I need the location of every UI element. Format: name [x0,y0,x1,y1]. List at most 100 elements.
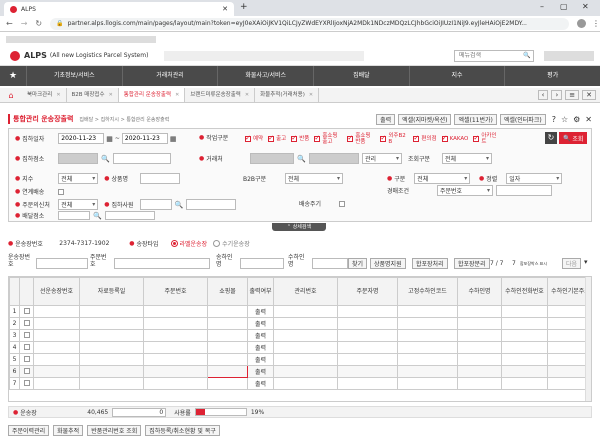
work-type-check-7[interactable]: KAKAO [441,134,468,142]
search-icon[interactable]: 🔍 [93,212,102,220]
merge-button[interactable]: 합포장처리 [412,258,448,269]
tab-2[interactable]: 통합관리 운송장출력 ✕ [118,88,186,102]
table-row[interactable]: 1 출력 [9,305,591,318]
refresh-icon[interactable]: ↻ [545,132,557,144]
mapping-select[interactable]: 주문번호 [437,185,493,196]
work-type-check-0[interactable]: 예약 [245,134,263,142]
table-row[interactable]: 4 출력 [9,341,591,354]
address-bar[interactable]: 🔒 partner.alps.llogis.com/main/pages/lay… [50,17,570,30]
window-close-icon[interactable]: ✕ [582,2,589,11]
checkbox-checked[interactable] [245,134,251,142]
row-checkbox-cell[interactable] [19,317,34,330]
grid-header-5[interactable]: 쇼핑몰 [207,277,248,306]
profile-icon[interactable] [577,19,586,28]
ship-checkbox[interactable] [339,200,345,207]
nav-item-0[interactable]: 기초정보/서비스 [26,66,122,86]
sort-select[interactable]: 일자 [506,173,563,184]
checkbox-checked[interactable] [291,134,298,142]
tab-close-icon[interactable]: ✕ [309,88,313,102]
collapse-icon[interactable]: ▾ [584,258,588,266]
work-type-check-1[interactable]: 출고 [268,134,286,142]
row-number[interactable]: 3 [9,329,20,342]
checkbox-checked[interactable] [380,134,387,142]
b2b-select[interactable]: 전체 [285,173,343,184]
search-button[interactable]: 🔍 조회 [559,132,588,144]
nav-item-5[interactable]: 평가 [504,66,600,86]
tab-next-icon[interactable]: › [551,90,563,100]
grid-header-11[interactable]: 수하인전화번호 [501,277,548,306]
row-number[interactable]: 1 [9,305,20,318]
row-checkbox[interactable] [23,343,30,350]
row-checkbox-cell[interactable] [19,353,34,366]
footer-button-2[interactable]: 반품관리번호 조회 [87,424,142,436]
row-number[interactable]: 7 [9,377,20,390]
row-checkbox-cell[interactable] [19,305,34,318]
tab-close-all-icon[interactable]: ✕ [582,90,596,100]
checkbox-checked[interactable] [314,134,321,142]
tab-prev-icon[interactable]: ‹ [537,90,549,100]
mapping-input[interactable] [496,185,552,196]
sender-search-input[interactable] [240,258,284,269]
row-checkbox[interactable] [23,307,30,314]
work-type-check-5[interactable]: 외주B2B [380,133,408,145]
tab-0[interactable]: 북마크관리 ✕ [22,88,67,102]
detail-search-toggle[interactable]: ⌃ 상세검색 [272,223,326,231]
nav-item-3[interactable]: 집배달 [313,66,409,86]
grid-header-7[interactable]: 관리번호 [273,277,338,306]
row-checkbox[interactable] [23,331,30,338]
star-icon[interactable]: ☆ [561,115,568,124]
row-checkbox[interactable] [23,367,30,374]
merge-cancel-button[interactable]: 합포장분리 [454,258,490,269]
row-checkbox[interactable] [23,319,30,326]
grid-header-4[interactable]: 주문번호 [143,277,208,306]
table-row[interactable]: 5 출력 [9,353,591,366]
row-number[interactable]: 5 [9,353,20,366]
home-icon[interactable]: ⌂ [0,91,22,100]
close-icon[interactable]: ✕ [222,5,228,13]
date-to-input[interactable] [121,133,168,144]
bookmark-star-icon[interactable]: ★ [0,71,26,81]
maximize-icon[interactable]: ▢ [560,2,568,11]
table-row[interactable]: 2 출력 [9,317,591,330]
row-checkbox-cell[interactable] [19,365,34,378]
account-code[interactable] [250,153,295,164]
footer-button-3[interactable]: 집하등록/취소현황 및 복구 [145,424,220,436]
order-search-input[interactable] [114,258,210,269]
menu-icon[interactable]: ⋮ [592,19,600,28]
product-support-button[interactable]: 상품명지원 [370,258,406,269]
back-icon[interactable]: ← [6,19,13,28]
menu-search-input[interactable] [459,52,523,59]
checkbox-checked[interactable] [347,134,354,142]
grid-header-8[interactable]: 주문자명 [337,277,398,306]
close-page-icon[interactable]: ✕ [585,115,592,124]
table-row[interactable]: 3 출력 [9,329,591,342]
work-type-check-3[interactable]: 홈쇼핑출고 [314,133,342,145]
minimize-icon[interactable]: – [540,2,544,11]
multi-checkbox[interactable] [58,188,65,195]
checkbox-checked[interactable] [413,134,420,142]
grid-header-10[interactable]: 수하인명 [457,277,502,306]
manage-select[interactable]: 관리 [361,153,402,164]
grid-header-1[interactable] [19,277,34,306]
next-button[interactable]: 다음 [562,258,582,269]
grid-header-2[interactable]: 선운송장번호 [33,277,80,306]
radio-manual[interactable] [213,239,221,247]
date-from-input[interactable] [58,133,105,144]
product-input[interactable] [139,173,180,184]
excel-11st-button[interactable]: 엑셀(11번가) [454,113,497,125]
tab-close-icon[interactable]: ✕ [109,88,113,102]
row-checkbox[interactable] [23,355,30,362]
table-row[interactable]: 6 출력 [9,365,591,378]
row-checkbox-cell[interactable] [19,341,34,354]
row-checkbox-cell[interactable] [19,377,34,390]
search-icon[interactable]: 🔍 [523,52,530,59]
excel-interpark-button[interactable]: 엑셀(인터파크) [499,113,546,125]
tab-1[interactable]: B2B 매장접수 ✕ [67,88,119,102]
waybill-search-input[interactable] [36,258,88,269]
work-type-check-6[interactable]: 편의점 [413,134,437,142]
excel-gmarket-button[interactable]: 엑셀(지마켓/옥션) [398,113,452,125]
courier-select[interactable]: 전체 [58,173,99,184]
grid-vscroll[interactable] [585,277,591,401]
table-row[interactable]: 7 출력 [9,377,591,390]
browser-tab[interactable]: ALPS ✕ [4,2,234,16]
